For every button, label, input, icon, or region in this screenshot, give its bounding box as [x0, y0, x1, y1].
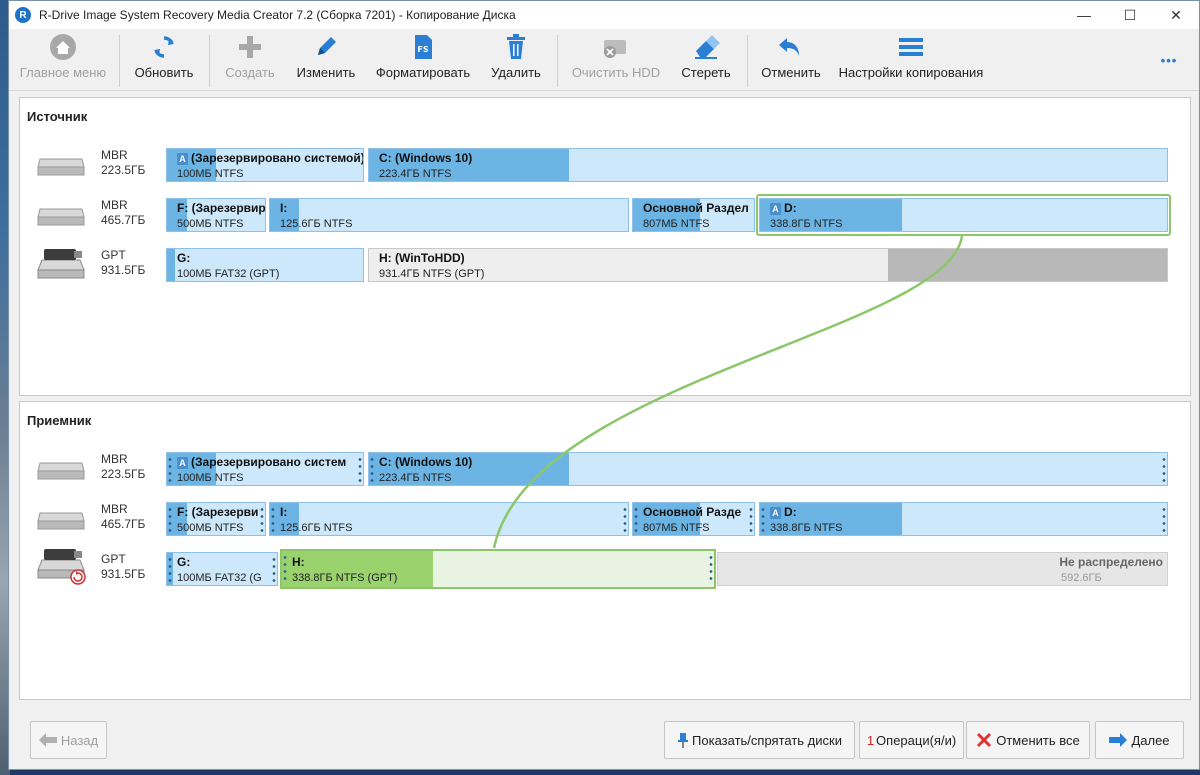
red-x-icon: [976, 732, 992, 748]
operations-count: 1: [866, 732, 875, 748]
operations-button[interactable]: 1 Операци(я/и): [859, 721, 964, 759]
back-arrow-icon: [38, 733, 57, 747]
show-hide-disks-button[interactable]: Показать/спрятать диски: [664, 721, 855, 759]
bottom-bar: Назад Показать/спрятать диски 1 Операци(…: [9, 707, 1199, 769]
app-window: R R-Drive Image System Recovery Media Cr…: [8, 0, 1200, 770]
cancel-all-label: Отменить все: [996, 732, 1080, 748]
copy-connector-line: [492, 235, 964, 549]
back-button[interactable]: Назад: [30, 721, 107, 759]
next-label: Далее: [1131, 732, 1170, 748]
back-label: Назад: [60, 732, 99, 748]
next-arrow-icon: [1109, 733, 1128, 747]
next-button[interactable]: Далее: [1095, 721, 1184, 759]
pin-icon: [677, 732, 689, 748]
show-hide-label: Показать/спрятать диски: [692, 732, 842, 748]
operations-label: Операци(я/и): [876, 732, 957, 748]
cancel-all-button[interactable]: Отменить все: [966, 721, 1090, 759]
